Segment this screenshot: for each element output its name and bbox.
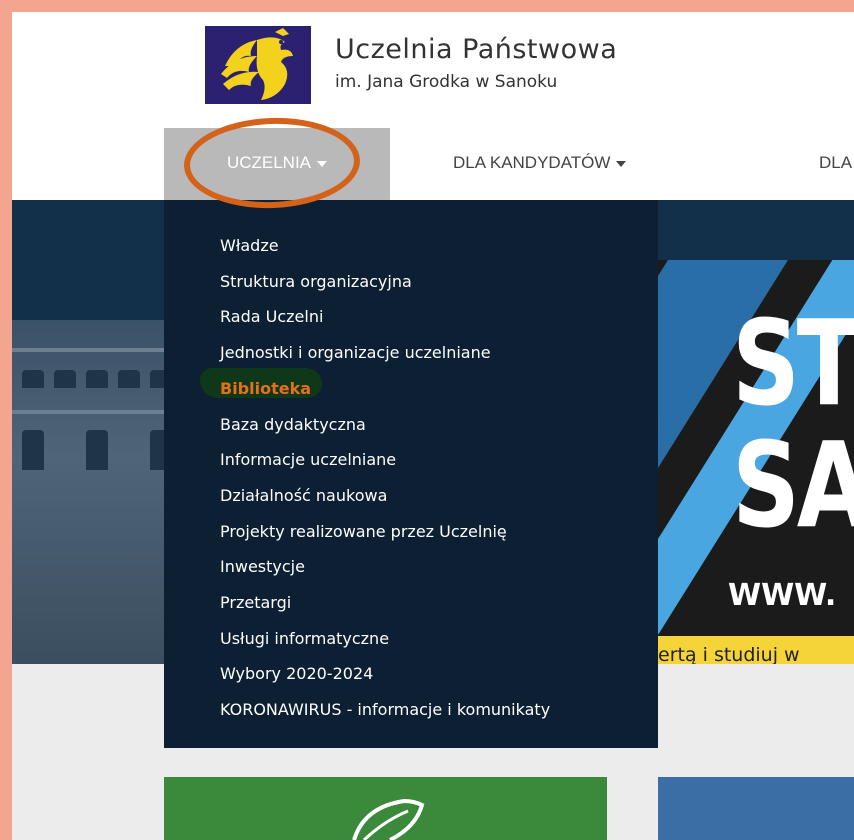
university-logo[interactable] [205,26,311,104]
main-nav: UCZELNIA DLA KANDYDATÓW DLA [12,128,854,200]
dropdown-item-koronawirus[interactable]: KORONAWIRUS - informacje i komunikaty [220,700,550,719]
dropdown-item-uslugi[interactable]: Usługi informatyczne [220,629,389,648]
banner-url: WWW. [728,578,837,613]
nav-item-dla-kandydatow[interactable]: DLA KANDYDATÓW [453,128,627,200]
dropdown-item-biblioteka[interactable]: Biblioteka [220,379,311,398]
dropdown-item-projekty[interactable]: Projekty realizowane przez Uczelnię [220,522,507,541]
dropdown-item-baza[interactable]: Baza dydaktyczna [220,415,366,434]
caret-down-icon [317,160,328,167]
uczelnia-dropdown-menu: Władze Struktura organizacyjna Rada Ucze… [164,200,658,748]
nav-item-label: DLA [819,153,853,172]
dropdown-item-informacje[interactable]: Informacje uczelniane [220,450,396,469]
dropdown-item-wybory[interactable]: Wybory 2020-2024 [220,664,373,683]
nav-item-label: DLA KANDYDATÓW [453,153,611,172]
feature-card-blue[interactable] [658,777,854,840]
eagle-emblem-icon [205,26,311,104]
site-header: Uczelnia Państwowa im. Jana Grodka w San… [12,12,854,128]
dropdown-item-wladze[interactable]: Władze [220,236,279,255]
nav-item-label: UCZELNIA [226,153,312,172]
dropdown-item-inwestycje[interactable]: Inwestycje [220,557,305,576]
dropdown-item-dzialalnosc[interactable]: Działalność naukowa [220,486,387,505]
banner-text-line2: SA [732,416,854,554]
dropdown-item-jednostki[interactable]: Jednostki i organizacje uczelniane [220,343,491,362]
page: Uczelnia Państwowa im. Jana Grodka w San… [12,12,854,840]
hero-building-photo [12,320,182,664]
university-subtitle[interactable]: im. Jana Grodka w Sanoku [335,72,557,92]
banner-text-line1: ST [732,294,854,432]
leaf-icon [352,798,425,840]
caret-down-icon [616,160,627,167]
dropdown-item-przetargi[interactable]: Przetargi [220,593,291,612]
nav-item-dla[interactable]: DLA [819,128,852,200]
promo-banner[interactable]: ST SA WWW. [658,260,854,636]
feature-card-green[interactable] [164,777,607,840]
dropdown-item-struktura[interactable]: Struktura organizacyjna [220,272,412,291]
hero-caption-text: ertą i studiuj w [658,644,800,664]
dropdown-item-rada[interactable]: Rada Uczelni [220,307,323,326]
university-name[interactable]: Uczelnia Państwowa [335,34,617,65]
nav-item-uczelnia[interactable]: UCZELNIA [164,128,390,200]
hero-caption-strip: ertą i studiuj w [658,636,854,664]
